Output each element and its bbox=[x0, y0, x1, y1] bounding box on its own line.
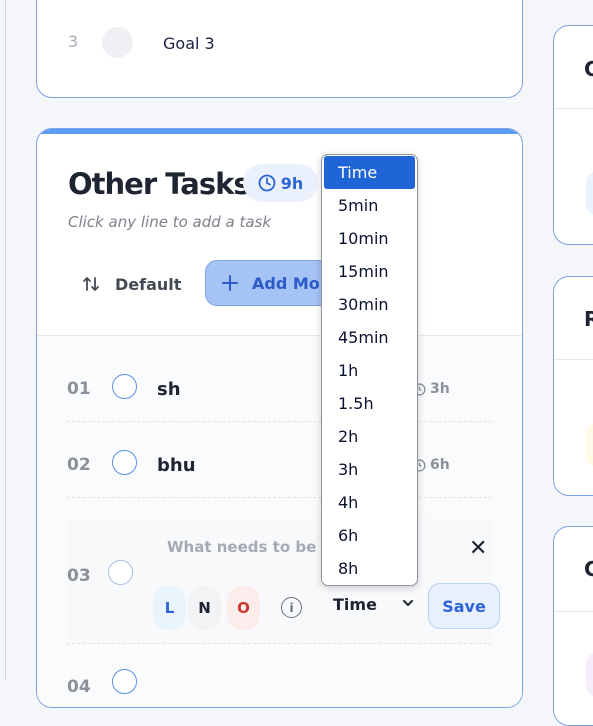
dropdown-option-10min[interactable]: 10min bbox=[322, 222, 417, 255]
priority-l-button[interactable]: L bbox=[153, 586, 186, 630]
chevron-down-icon[interactable] bbox=[402, 597, 414, 613]
dropdown-option-1-5h[interactable]: 1.5h bbox=[322, 387, 417, 420]
right-card-3: G bbox=[553, 526, 593, 726]
priority-n-button[interactable]: N bbox=[188, 586, 221, 630]
time-select[interactable]: Time bbox=[333, 595, 377, 614]
task-checkbox[interactable] bbox=[108, 560, 133, 585]
other-tasks-card: Other Tasks 9h Click any line to add a t… bbox=[36, 128, 523, 708]
task-row-number: 03 bbox=[67, 566, 91, 586]
task-row-number: 02 bbox=[67, 455, 91, 475]
right-card-2: R bbox=[553, 276, 593, 496]
row-separator bbox=[67, 643, 492, 644]
right-card-1: G bbox=[553, 25, 593, 245]
dropdown-option-8h[interactable]: 8h bbox=[322, 552, 417, 585]
dropdown-option-1h[interactable]: 1h bbox=[322, 354, 417, 387]
goals-card: 3 Goal 3 bbox=[36, 0, 523, 98]
info-icon[interactable]: i bbox=[281, 597, 302, 618]
time-dropdown[interactable]: Time 5min 10min 15min 30min 45min 1h 1.5… bbox=[321, 154, 418, 586]
right-card-item bbox=[586, 171, 593, 216]
clock-icon bbox=[258, 174, 276, 192]
task-time-value: 6h bbox=[430, 457, 450, 473]
right-card-item bbox=[586, 422, 593, 467]
dropdown-option-3h[interactable]: 3h bbox=[322, 453, 417, 486]
right-card-title: G bbox=[584, 57, 593, 81]
row-separator bbox=[67, 421, 492, 422]
task-text-input[interactable] bbox=[167, 538, 337, 556]
dropdown-option-4h[interactable]: 4h bbox=[322, 486, 417, 519]
left-panel-edge bbox=[0, 0, 6, 681]
priority-o-button[interactable]: O bbox=[227, 586, 260, 630]
task-editor bbox=[67, 517, 492, 643]
total-time-value: 9h bbox=[280, 173, 304, 193]
task-time: 3h bbox=[413, 381, 450, 397]
right-card-title: R bbox=[584, 307, 593, 331]
goal-number: 3 bbox=[68, 32, 79, 51]
dropdown-option-5min[interactable]: 5min bbox=[322, 189, 417, 222]
task-row-number: 01 bbox=[67, 379, 91, 399]
right-card-item bbox=[586, 652, 593, 697]
goal-label[interactable]: Goal 3 bbox=[163, 34, 215, 53]
task-checkbox[interactable] bbox=[112, 450, 137, 475]
sort-label: Default bbox=[115, 274, 182, 294]
close-icon[interactable]: ✕ bbox=[469, 536, 487, 561]
dropdown-option-2h[interactable]: 2h bbox=[322, 420, 417, 453]
dropdown-option-time[interactable]: Time bbox=[324, 156, 415, 189]
dropdown-option-15min[interactable]: 15min bbox=[322, 255, 417, 288]
right-card-title: G bbox=[584, 557, 593, 581]
total-time-badge: 9h bbox=[243, 164, 318, 202]
task-row-number: 04 bbox=[67, 677, 91, 697]
row-separator bbox=[67, 497, 492, 498]
dropdown-option-45min[interactable]: 45min bbox=[322, 321, 417, 354]
task-time: 6h bbox=[413, 457, 450, 473]
sort-button[interactable]: Default bbox=[81, 269, 181, 299]
task-label[interactable]: sh bbox=[157, 379, 181, 400]
section-subtitle: Click any line to add a task bbox=[68, 213, 272, 231]
task-time-value: 3h bbox=[430, 381, 450, 397]
save-button[interactable]: Save bbox=[428, 583, 500, 629]
section-title: Other Tasks bbox=[68, 167, 251, 201]
right-card-divider bbox=[554, 611, 593, 612]
dropdown-option-6h[interactable]: 6h bbox=[322, 519, 417, 552]
sort-icon bbox=[83, 277, 99, 291]
plus-icon bbox=[222, 275, 238, 291]
card-accent-bar bbox=[37, 129, 522, 134]
task-checkbox[interactable] bbox=[112, 374, 137, 399]
task-label[interactable]: bhu bbox=[157, 455, 196, 476]
right-card-divider bbox=[554, 108, 593, 109]
dropdown-option-30min[interactable]: 30min bbox=[322, 288, 417, 321]
right-card-divider bbox=[554, 359, 593, 360]
task-checkbox[interactable] bbox=[112, 669, 137, 694]
goal-checkbox[interactable] bbox=[102, 27, 133, 58]
